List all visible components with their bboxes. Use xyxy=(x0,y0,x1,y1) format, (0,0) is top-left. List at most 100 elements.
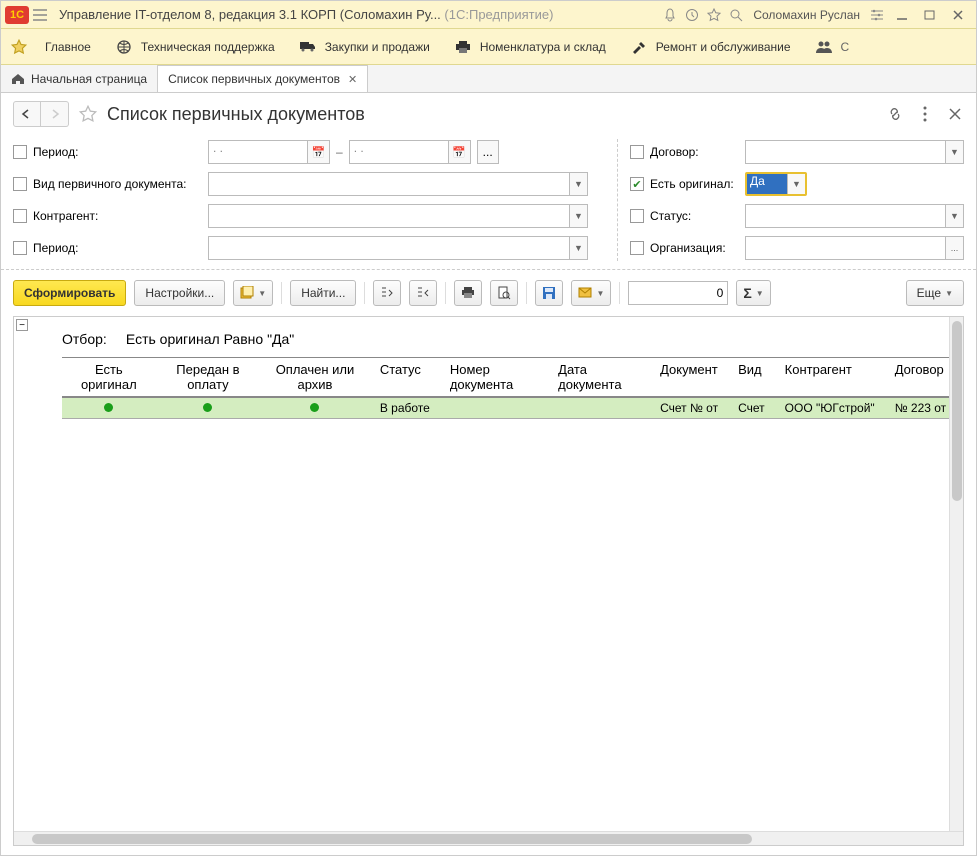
col-docnum: Номер документа xyxy=(440,358,548,398)
tab-documents[interactable]: Список первичных документов ✕ xyxy=(158,65,368,92)
counterparty-checkbox[interactable] xyxy=(13,209,27,223)
vertical-scrollbar[interactable] xyxy=(949,317,963,831)
sigma-button[interactable]: Σ▼ xyxy=(736,280,770,306)
status-dot-icon xyxy=(203,403,212,412)
nav-stock[interactable]: Номенклатура и склад xyxy=(442,29,618,65)
nav-support[interactable]: Техническая поддержка xyxy=(103,29,287,65)
period-from-input[interactable]: . . xyxy=(208,140,308,164)
printer-icon xyxy=(454,38,472,56)
status-label: Статус: xyxy=(650,209,691,223)
dropdown-icon[interactable]: ▼ xyxy=(787,174,805,194)
search-icon[interactable] xyxy=(725,4,747,26)
nav-star-icon[interactable] xyxy=(5,39,33,55)
minimize-button[interactable] xyxy=(888,4,916,26)
table-header-row: Есть оригинал Передан в оплату Оплачен и… xyxy=(62,358,963,398)
dropdown-icon[interactable]: ▼ xyxy=(570,236,588,260)
home-icon xyxy=(11,73,25,85)
filter-desc-text: Есть оригинал Равно "Да" xyxy=(126,331,294,347)
maximize-button[interactable] xyxy=(916,4,944,26)
dropdown-icon[interactable]: ▼ xyxy=(570,172,588,196)
variants-button[interactable]: ▼ xyxy=(233,280,273,306)
form-button[interactable]: Сформировать xyxy=(13,280,126,306)
nav-back-button[interactable] xyxy=(13,101,41,127)
has-original-checkbox[interactable] xyxy=(630,177,644,191)
nav-people[interactable]: С xyxy=(803,29,862,65)
report-grid[interactable]: − Отбор: Есть оригинал Равно "Да" Есть о… xyxy=(14,317,963,831)
truck-icon xyxy=(299,38,317,56)
settings-button[interactable]: Настройки... xyxy=(134,280,225,306)
tab-close-icon[interactable]: ✕ xyxy=(348,73,357,86)
more-button[interactable]: Еще▼ xyxy=(906,280,964,306)
doctype-label: Вид первичного документа: xyxy=(33,177,187,191)
close-button[interactable] xyxy=(944,4,972,26)
dropdown-icon[interactable]: ▼ xyxy=(946,204,964,228)
doctype-checkbox[interactable] xyxy=(13,177,27,191)
email-button[interactable]: ▼ xyxy=(571,280,611,306)
sum-input[interactable] xyxy=(628,281,728,305)
period2-label: Период: xyxy=(33,241,78,255)
hamburger-icon[interactable] xyxy=(29,4,51,26)
period-more-button[interactable]: ... xyxy=(477,140,499,164)
page-close-icon[interactable] xyxy=(946,105,964,123)
print-button[interactable] xyxy=(454,280,482,306)
org-checkbox[interactable] xyxy=(630,241,644,255)
page-header: Список первичных документов xyxy=(1,93,976,135)
expand-button[interactable] xyxy=(373,280,401,306)
kebab-icon[interactable] xyxy=(916,105,934,123)
tab-home[interactable]: Начальная страница xyxy=(1,65,158,92)
history-icon[interactable] xyxy=(681,4,703,26)
favorite-icon[interactable] xyxy=(79,105,97,123)
period-checkbox[interactable] xyxy=(13,145,27,159)
nav-sales[interactable]: Закупки и продажи xyxy=(287,29,442,65)
user-name[interactable]: Соломахин Руслан xyxy=(747,8,866,22)
status-input[interactable] xyxy=(745,204,946,228)
contract-input[interactable] xyxy=(745,140,946,164)
col-type: Вид xyxy=(728,358,775,398)
status-dot-icon xyxy=(104,403,113,412)
col-docdate: Дата документа xyxy=(548,358,650,398)
tabbar: Начальная страница Список первичных доку… xyxy=(1,65,976,93)
has-original-label: Есть оригинал: xyxy=(650,177,734,191)
nav-service[interactable]: Ремонт и обслуживание xyxy=(618,29,803,65)
org-input[interactable] xyxy=(745,236,946,260)
calendar-icon[interactable]: 📅 xyxy=(449,140,471,164)
window-title: Управление IT-отделом 8, редакция 3.1 КО… xyxy=(51,7,561,22)
has-original-field: Да ▼ xyxy=(745,172,807,196)
col-orig: Есть оригинал xyxy=(62,358,156,398)
logo-1c: 1C xyxy=(5,6,29,24)
collapse-tree-icon[interactable]: − xyxy=(16,319,28,331)
col-paid: Оплачен или архив xyxy=(260,358,370,398)
col-cp: Контрагент xyxy=(775,358,885,398)
bell-icon[interactable] xyxy=(659,4,681,26)
period-to-input[interactable]: . . xyxy=(349,140,449,164)
period2-checkbox[interactable] xyxy=(13,241,27,255)
status-checkbox[interactable] xyxy=(630,209,644,223)
nav-forward-button[interactable] xyxy=(41,101,69,127)
find-button[interactable]: Найти... xyxy=(290,280,356,306)
period-label: Период: xyxy=(33,145,78,159)
table-row[interactable]: В работе Счет № от Счет ООО "ЮГстрой" № … xyxy=(62,397,963,419)
status-dot-icon xyxy=(310,403,319,412)
link-icon[interactable] xyxy=(886,105,904,123)
doctype-input[interactable] xyxy=(208,172,570,196)
org-label: Организация: xyxy=(650,241,726,255)
org-more-button[interactable]: ... xyxy=(946,236,964,260)
settings-icon[interactable] xyxy=(866,4,888,26)
save-button[interactable] xyxy=(535,280,563,306)
preview-button[interactable] xyxy=(490,280,518,306)
globe-icon xyxy=(115,38,133,56)
star-icon[interactable] xyxy=(703,4,725,26)
horizontal-scrollbar[interactable] xyxy=(14,831,963,845)
report-area: − Отбор: Есть оригинал Равно "Да" Есть о… xyxy=(13,316,964,846)
filter-area: Период: . . 📅 – . . 📅 ... Вид первичного… xyxy=(1,135,976,270)
period2-input[interactable] xyxy=(208,236,570,260)
contract-checkbox[interactable] xyxy=(630,145,644,159)
has-original-input[interactable]: Да xyxy=(747,174,787,194)
calendar-icon[interactable]: 📅 xyxy=(308,140,330,164)
counterparty-input[interactable] xyxy=(208,204,570,228)
collapse-button[interactable] xyxy=(409,280,437,306)
dropdown-icon[interactable]: ▼ xyxy=(570,204,588,228)
nav-home[interactable]: Главное xyxy=(33,29,103,65)
dropdown-icon[interactable]: ▼ xyxy=(946,140,964,164)
people-icon xyxy=(815,38,833,56)
